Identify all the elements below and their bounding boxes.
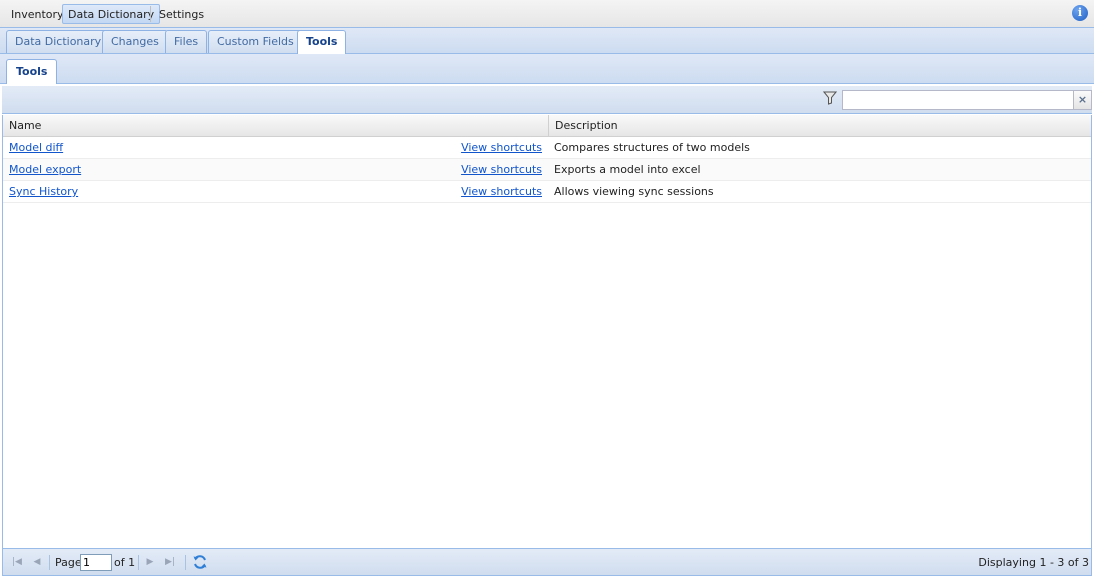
table-row[interactable]: Model diff View shortcuts Compares struc… <box>3 137 1091 159</box>
tool-description: Allows viewing sync sessions <box>554 185 714 198</box>
tool-description: Exports a model into excel <box>554 163 701 176</box>
clear-filter-button[interactable]: × <box>1074 90 1092 110</box>
display-count-text: Displaying 1 - 3 of 3 <box>978 556 1089 569</box>
info-icon[interactable]: i <box>1072 5 1088 21</box>
page-label: Page <box>55 556 82 569</box>
tab-custom-fields[interactable]: Custom Fields <box>208 30 303 53</box>
toolbar-separator <box>49 555 50 570</box>
tool-name-link[interactable]: Sync History <box>9 181 78 202</box>
menu-item-inventory[interactable]: Inventory <box>5 4 70 24</box>
prev-page-icon[interactable]: ◀ <box>31 556 43 568</box>
toolbar-separator <box>185 555 186 570</box>
refresh-icon[interactable] <box>192 554 208 570</box>
view-shortcuts-link[interactable]: View shortcuts <box>461 137 542 158</box>
main-tab-strip: Data Dictionary Changes Files Custom Fie… <box>0 28 1094 54</box>
first-page-icon[interactable]: |◀ <box>11 556 23 568</box>
menu-separator <box>150 6 151 22</box>
sub-tab-strip: Tools <box>0 54 1094 84</box>
tool-description: Compares structures of two models <box>554 141 750 154</box>
menu-item-settings[interactable]: Settings <box>153 4 210 24</box>
tab-changes[interactable]: Changes <box>102 30 168 53</box>
toolbar-separator <box>138 555 139 570</box>
tab-files[interactable]: Files <box>165 30 208 53</box>
search-input[interactable] <box>842 90 1074 110</box>
last-page-icon[interactable]: ▶| <box>164 556 176 568</box>
tab-data-dictionary[interactable]: Data Dictionary <box>6 30 111 53</box>
view-shortcuts-link[interactable]: View shortcuts <box>461 181 542 202</box>
view-shortcuts-link[interactable]: View shortcuts <box>461 159 542 180</box>
column-header-name[interactable]: Name <box>3 115 549 137</box>
subtab-tools[interactable]: Tools <box>6 59 58 84</box>
paging-toolbar: |◀ ◀ Page of 1 ▶ ▶| Displaying 1 - 3 of … <box>2 548 1092 576</box>
tool-name-link[interactable]: Model diff <box>9 137 63 158</box>
next-page-icon[interactable]: ▶ <box>144 556 156 568</box>
table-row[interactable]: Model export View shortcuts Exports a mo… <box>3 159 1091 181</box>
filter-icon[interactable] <box>823 91 837 105</box>
tab-tools[interactable]: Tools <box>297 30 347 54</box>
filter-toolbar: × <box>2 86 1092 114</box>
top-menu-bar: Inventory Data Dictionary Settings i <box>0 0 1094 28</box>
column-header-description[interactable]: Description <box>549 115 1091 137</box>
grid-header: Name Description <box>3 115 1091 137</box>
page-number-input[interactable] <box>80 554 112 571</box>
page-count-label: of 1 <box>114 556 136 569</box>
tools-grid: Name Description Model diff View shortcu… <box>2 115 1092 548</box>
menu-item-data-dictionary[interactable]: Data Dictionary <box>62 4 161 24</box>
tool-name-link[interactable]: Model export <box>9 159 81 180</box>
table-row[interactable]: Sync History View shortcuts Allows viewi… <box>3 181 1091 203</box>
